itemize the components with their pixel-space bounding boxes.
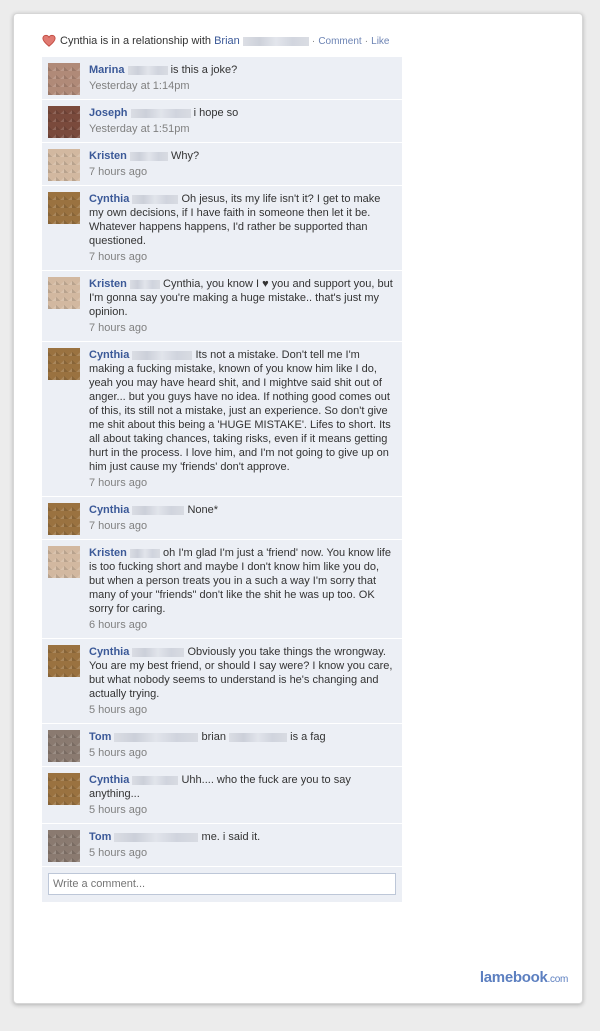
commenter-name[interactable]: Cynthia — [89, 349, 129, 361]
comment-body: Tom me. i said it. — [89, 830, 396, 844]
separator: · — [364, 36, 369, 47]
comment-timestamp[interactable]: 7 hours ago — [89, 165, 396, 179]
comment-text: Uhh.... who the fuck are you to say anyt… — [89, 774, 351, 800]
comment-item: Kristen Why? 7 hours ago — [42, 143, 402, 186]
avatar[interactable] — [48, 149, 80, 181]
comment-item: Tom brian is a fag 5 hours ago — [42, 724, 402, 767]
comment-body: Kristen Cynthia, you know I ♥ you and su… — [89, 277, 396, 319]
comment-body: Kristen Why? — [89, 149, 396, 163]
comment-text: Its not a mistake. Don't tell me I'm mak… — [89, 349, 391, 473]
redacted-surname — [132, 775, 179, 785]
write-comment-area — [42, 867, 402, 902]
avatar[interactable] — [48, 645, 80, 677]
write-comment-input[interactable] — [48, 873, 396, 895]
comment-timestamp[interactable]: 7 hours ago — [89, 321, 396, 335]
lamebook-logo: lamebook.com — [479, 969, 568, 986]
comment-item: Joseph i hope so Yesterday at 1:51pm — [42, 100, 402, 143]
redacted-surname — [127, 65, 168, 75]
redacted-surname — [132, 647, 185, 657]
avatar[interactable] — [48, 773, 80, 805]
redacted-surname — [129, 548, 160, 558]
comment-text: brian — [201, 731, 226, 743]
avatar[interactable] — [48, 830, 80, 862]
partner-link[interactable]: Brian — [214, 35, 240, 47]
redacted-surname — [114, 832, 199, 842]
commenter-name[interactable]: Kristen — [89, 547, 127, 559]
comment-timestamp[interactable]: 5 hours ago — [89, 703, 396, 717]
avatar[interactable] — [48, 503, 80, 535]
comment-item: Tom me. i said it. 5 hours ago — [42, 824, 402, 867]
like-link[interactable]: Like — [371, 36, 389, 47]
comment-text: me. i said it. — [201, 831, 261, 843]
comment-link[interactable]: Comment — [318, 36, 361, 47]
commenter-name[interactable]: Cynthia — [89, 646, 129, 658]
avatar[interactable] — [48, 192, 80, 224]
commenter-name[interactable]: Kristen — [89, 150, 127, 162]
comment-timestamp[interactable]: Yesterday at 1:51pm — [89, 122, 396, 136]
avatar[interactable] — [48, 106, 80, 138]
comment-timestamp[interactable]: 5 hours ago — [89, 803, 396, 817]
comment-item: Cynthia Its not a mistake. Don't tell me… — [42, 342, 402, 497]
comment-timestamp[interactable]: 7 hours ago — [89, 519, 396, 533]
redacted-surname — [132, 194, 179, 204]
redacted-surname — [129, 279, 160, 289]
comment-list: Marina is this a joke? Yesterday at 1:14p… — [42, 56, 402, 902]
comment-timestamp[interactable]: Yesterday at 1:14pm — [89, 79, 396, 93]
story-line: Cynthia is in a relationship with Brian … — [42, 32, 402, 50]
comment-item: Cynthia None* 7 hours ago — [42, 497, 402, 540]
comment-timestamp[interactable]: 5 hours ago — [89, 846, 396, 860]
redacted-surname — [242, 36, 309, 46]
comment-body: Tom brian is a fag — [89, 730, 396, 744]
comment-item: Cynthia Obviously you take things the wr… — [42, 639, 402, 724]
post-card: Cynthia is in a relationship with Brian … — [13, 13, 583, 1004]
comment-body: Cynthia Uhh.... who the fuck are you to … — [89, 773, 396, 801]
commenter-name[interactable]: Joseph — [89, 107, 128, 119]
commenter-name[interactable]: Marina — [89, 64, 124, 76]
comment-timestamp[interactable]: 5 hours ago — [89, 746, 396, 760]
comment-body: Joseph i hope so — [89, 106, 396, 120]
commenter-name[interactable]: Cynthia — [89, 774, 129, 786]
comment-item: Kristen oh I'm glad I'm just a 'friend' … — [42, 540, 402, 639]
redacted-surname — [130, 108, 191, 118]
commenter-name[interactable]: Kristen — [89, 278, 127, 290]
separator: · — [311, 36, 316, 47]
comment-text: is this a joke? — [170, 64, 238, 76]
commenter-name[interactable]: Cynthia — [89, 193, 129, 205]
relationship-story: Cynthia is in a relationship with Brian … — [42, 32, 402, 50]
redacted-surname — [229, 732, 288, 742]
avatar[interactable] — [48, 546, 80, 578]
comment-text: Why? — [171, 150, 200, 162]
comment-text-continued: is a fag — [290, 731, 326, 743]
commenter-name[interactable]: Tom — [89, 831, 111, 843]
story-text: Cynthia is in a relationship with — [60, 35, 212, 47]
redacted-surname — [132, 350, 193, 360]
comment-timestamp[interactable]: 7 hours ago — [89, 250, 396, 264]
comment-item: Marina is this a joke? Yesterday at 1:14p… — [42, 57, 402, 100]
comment-timestamp[interactable]: 7 hours ago — [89, 476, 396, 490]
comment-item: Kristen Cynthia, you know I ♥ you and su… — [42, 271, 402, 342]
comment-timestamp[interactable]: 6 hours ago — [89, 618, 396, 632]
commenter-name[interactable]: Cynthia — [89, 504, 129, 516]
comment-body: Kristen oh I'm glad I'm just a 'friend' … — [89, 546, 396, 616]
comment-item: Cynthia Oh jesus, its my life isn't it? … — [42, 186, 402, 271]
commenter-name[interactable]: Tom — [89, 731, 111, 743]
comment-body: Cynthia Its not a mistake. Don't tell me… — [89, 348, 396, 474]
comment-body: Cynthia Obviously you take things the wr… — [89, 645, 396, 701]
redacted-surname — [129, 151, 168, 161]
avatar[interactable] — [48, 63, 80, 95]
comment-body: Marina is this a joke? — [89, 63, 396, 77]
comment-body: Cynthia Oh jesus, its my life isn't it? … — [89, 192, 396, 248]
heart-icon — [42, 34, 56, 47]
redacted-surname — [132, 505, 185, 515]
redacted-surname — [114, 732, 199, 742]
avatar[interactable] — [48, 348, 80, 380]
comment-item: Cynthia Uhh.... who the fuck are you to … — [42, 767, 402, 824]
avatar[interactable] — [48, 730, 80, 762]
comment-text: None* — [187, 504, 219, 516]
avatar[interactable] — [48, 277, 80, 309]
comment-body: Cynthia None* — [89, 503, 396, 517]
comment-text: i hope so — [193, 107, 239, 119]
